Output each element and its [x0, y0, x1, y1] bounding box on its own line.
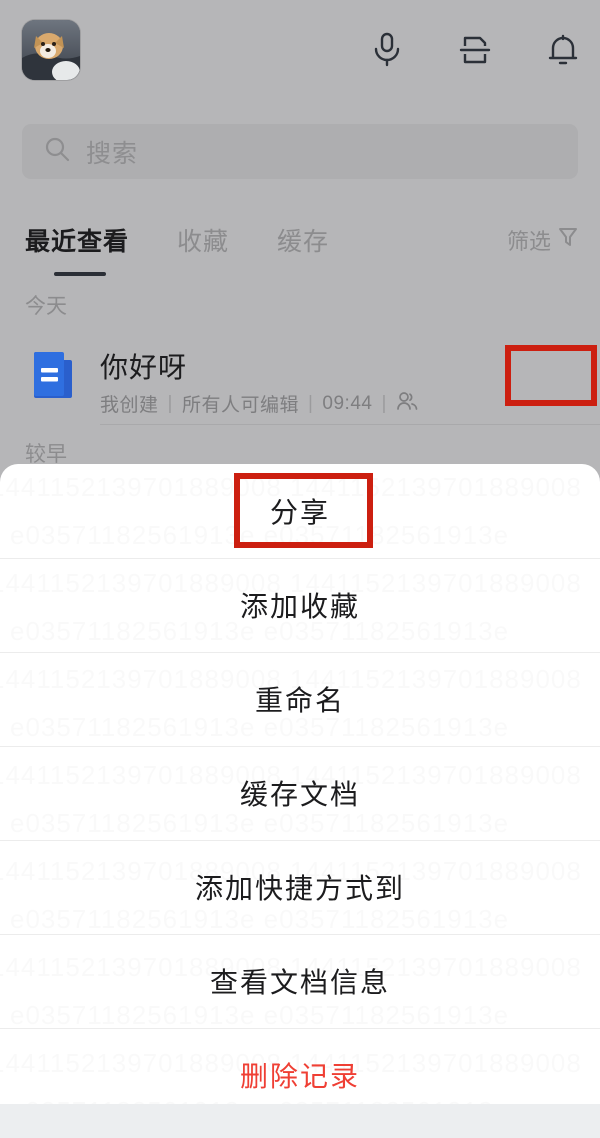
meta-separator-3: | — [381, 392, 387, 414]
microphone-icon[interactable] — [372, 32, 402, 68]
document-owner: 我创建 — [100, 395, 159, 416]
meta-separator-1: | — [167, 392, 173, 414]
filter-button[interactable]: 筛选 — [507, 224, 578, 256]
menu-item-add-shortcut[interactable]: 添加快捷方式到 — [0, 840, 600, 934]
section-header-today: 今天 — [25, 295, 67, 318]
meta-separator-2: | — [307, 392, 314, 414]
bell-icon[interactable] — [548, 33, 578, 67]
search-bar[interactable]: 搜索 — [22, 124, 578, 179]
search-icon — [44, 136, 70, 167]
top-bar — [0, 0, 600, 100]
tab-cache[interactable]: 缓存 — [277, 222, 329, 258]
action-sheet: 1441152139701889008 1441152139701889008e… — [0, 464, 600, 1138]
document-icon — [30, 350, 78, 400]
avatar-photo — [22, 20, 80, 80]
menu-item-rename[interactable]: 重命名 — [0, 652, 600, 746]
tab-recent[interactable]: 最近查看 — [25, 222, 129, 258]
menu-item-cache-document[interactable]: 缓存文档 — [0, 746, 600, 840]
app-root: 搜索 最近查看 收藏 缓存 筛选 今天 你好呀 我创建 | 所有人可编辑 | 0… — [0, 0, 600, 1138]
tab-active-underline — [54, 272, 106, 276]
list-divider — [100, 424, 600, 425]
more-dots-button-highlight — [505, 345, 597, 406]
tab-bar: 最近查看 收藏 缓存 筛选 — [0, 212, 600, 268]
menu-item-view-document-info[interactable]: 查看文档信息 — [0, 934, 600, 1028]
document-meta: 我创建 | 所有人可编辑 | 09:44 | — [100, 390, 418, 417]
tab-favorites[interactable]: 收藏 — [177, 222, 229, 258]
action-sheet-footer — [0, 1104, 600, 1138]
top-bar-icons — [372, 32, 578, 68]
share-menu-item-highlight — [234, 473, 373, 548]
menu-item-add-favorite[interactable]: 添加收藏 — [0, 558, 600, 652]
scan-document-icon[interactable] — [458, 33, 492, 67]
funnel-icon — [558, 226, 578, 254]
filter-label: 筛选 — [506, 229, 551, 254]
document-title: 你好呀 — [100, 352, 188, 383]
user-avatar[interactable] — [22, 20, 80, 80]
people-icon — [396, 391, 418, 417]
action-sheet-menu: 分享 添加收藏 重命名 缓存文档 添加快捷方式到 查看文档信息 删除记录 — [0, 464, 600, 1122]
document-permission: 所有人可编辑 — [181, 395, 299, 416]
document-time: 09:44 — [322, 392, 373, 414]
search-input[interactable]: 搜索 — [86, 134, 138, 170]
